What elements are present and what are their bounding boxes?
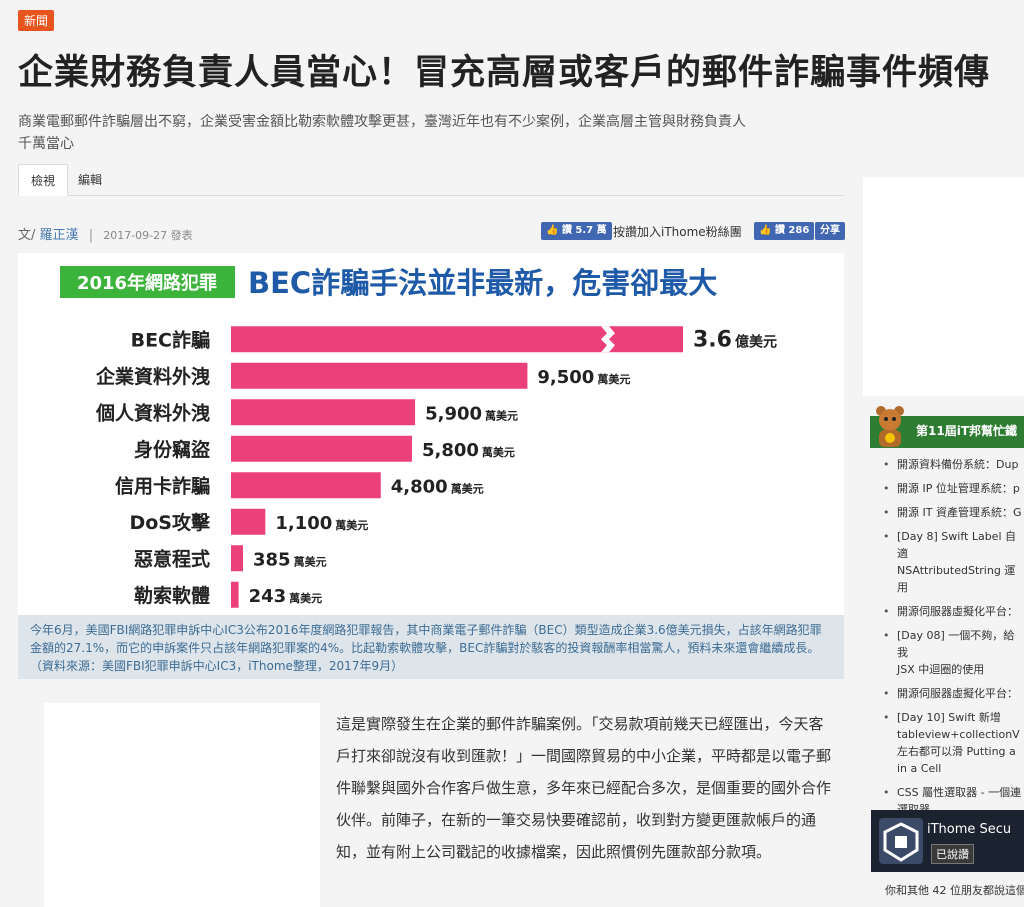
category-label: DoS攻擊: [129, 511, 211, 534]
fb-like-button[interactable]: 👍 讚 5.7 萬: [541, 222, 612, 240]
sidebar-article-link[interactable]: 開源伺服器虛擬化平台：: [871, 685, 1024, 702]
value-label: 1,100 萬美元: [275, 513, 368, 534]
security-banner-title: iThome Secu: [927, 822, 1012, 837]
category-label: 個人資料外洩: [95, 401, 210, 424]
value-label: 385 萬美元: [253, 549, 327, 570]
publish-date: 2017-09-27 發表: [103, 229, 193, 242]
value-number: 243: [249, 586, 287, 607]
value-unit: 萬美元: [335, 518, 368, 532]
sidebar-article-link[interactable]: [Day 08] 一個不夠，給我 JSX 中迴圈的使用: [871, 627, 1024, 678]
data-bar: [231, 326, 683, 353]
sidebar-article-link[interactable]: 開源 IP 位址管理系統：p: [871, 480, 1024, 497]
value-number: 3.6: [693, 327, 732, 352]
value-label: 3.6 億美元: [693, 327, 777, 352]
value-label: 5,900 萬美元: [425, 403, 518, 424]
data-bar: [231, 472, 381, 499]
sidebar-ad-slot[interactable]: [863, 177, 1024, 396]
value-unit: 萬美元: [482, 445, 515, 459]
byline: 文/ 羅正漢 | 2017-09-27 發表: [18, 224, 193, 243]
tab-view[interactable]: 檢視: [18, 164, 69, 196]
data-bar: [231, 399, 416, 426]
sidebar-article-link[interactable]: 開源伺服器虛擬化平台：: [871, 603, 1024, 620]
value-number: 1,100: [275, 513, 332, 534]
data-bar: [231, 435, 412, 462]
data-bar: [231, 581, 239, 608]
chart-title: BEC詐騙手法並非最新，危害卻最大: [248, 266, 717, 300]
chart-caption: 今年6月，美國FBI網路犯罪申訴中心IC3公布2016年度網路犯罪報告，其中商業…: [18, 615, 844, 679]
data-bar: [231, 545, 244, 572]
value-unit: 萬美元: [485, 408, 518, 422]
chart-image: 2016年網路犯罪 BEC詐騙手法並非最新，危害卻最大 BEC詐騙 3.6 億美元企業資…: [18, 253, 844, 615]
category-label: 身份竊盜: [134, 438, 210, 461]
value-label: 4,800 萬美元: [391, 476, 484, 497]
value-unit: 萬美元: [451, 481, 484, 495]
sidebar-article-link[interactable]: 開源 IT 資產管理系統：G: [871, 504, 1024, 521]
sidebar-article-link[interactable]: [Day 8] Swift Label 自適 NSAttributedStrin…: [871, 528, 1024, 596]
data-bar: [231, 362, 528, 389]
author-link[interactable]: 羅正漢: [40, 228, 79, 243]
byline-prefix: 文/: [18, 228, 36, 243]
page-liked-button[interactable]: 已說讚: [931, 844, 974, 864]
security-logo-icon: [879, 818, 923, 864]
category-label: BEC詐騙: [131, 328, 210, 351]
fb-like-label: 讚 5.7 萬: [561, 225, 607, 236]
byline-separator: |: [88, 228, 94, 243]
data-bar: [231, 508, 266, 535]
value-unit: 萬美元: [289, 591, 322, 605]
value-number: 5,900: [425, 403, 482, 424]
ithelp-title: 第11屆iT邦幫忙鐵: [916, 424, 1017, 438]
fb-like-count-label: 讚 286: [774, 225, 810, 236]
sidebar-article-list: 開源資料備份系統：Dup 開源 IP 位址管理系統：p 開源 IT 資產管理系統：G…: [871, 456, 1024, 849]
tab-bar: 檢視 編輯: [18, 164, 844, 196]
value-unit: 億美元: [735, 333, 777, 350]
sidebar-article-link[interactable]: [Day 10] Swift 新增 tableview+collectionV …: [871, 709, 1024, 777]
bear-mascot-icon: [876, 406, 904, 447]
article-ad-slot[interactable]: [44, 703, 320, 907]
category-tag[interactable]: 新聞: [18, 10, 55, 31]
tab-edit[interactable]: 編輯: [66, 164, 114, 196]
value-unit: 萬美元: [597, 372, 630, 386]
value-number: 9,500: [537, 367, 594, 388]
fb-like-count-button[interactable]: 👍 讚 286: [754, 222, 815, 240]
category-label: 信用卡詐騙: [115, 474, 210, 497]
value-label: 5,800 萬美元: [422, 440, 515, 461]
ithelp-header[interactable]: 第11屆iT邦幫忙鐵: [870, 404, 1024, 448]
sidebar-article-link[interactable]: 開源資料備份系統：Dup: [871, 456, 1024, 473]
value-label: 243 萬美元: [249, 586, 323, 607]
article-title: 企業財務負責人員當心！冒充高層或客戶的郵件詐騙事件頻傳: [18, 53, 991, 93]
share-button[interactable]: 分享: [815, 222, 845, 240]
category-label: 勒索軟體: [134, 584, 210, 607]
value-number: 4,800: [391, 476, 448, 497]
value-unit: 萬美元: [294, 554, 327, 568]
article-body: 這是實際發生在企業的郵件詐騙案例。「交易款項前幾天已經匯出，今天客戶打來卻說沒有…: [336, 715, 832, 861]
category-label: 惡意程式: [134, 547, 210, 570]
thumb-icon: 👍: [546, 225, 559, 236]
thumb-icon: 👍: [759, 225, 772, 236]
chart-badge: 2016年網路犯罪: [77, 272, 217, 294]
article-summary: 商業電郵郵件詐騙層出不窮，企業受害金額比勒索軟體攻擊更甚，臺灣近年也有不少案例，…: [18, 114, 746, 152]
value-number: 5,800: [422, 440, 479, 461]
crime-loss-bar-chart: 2016年網路犯罪 BEC詐騙手法並非最新，危害卻最大 BEC詐騙 3.6 億美元企業資…: [60, 266, 777, 608]
value-number: 385: [253, 549, 291, 570]
value-label: 9,500 萬美元: [537, 367, 630, 388]
friends-like-text: 你和其他 42 位朋友都說這個: [885, 884, 1024, 897]
category-label: 企業資料外洩: [95, 365, 210, 388]
ithome-security-banner[interactable]: iThome Secu 已說讚: [871, 810, 1024, 872]
fanpage-text: 按讚加入iThome粉絲團: [613, 225, 742, 239]
